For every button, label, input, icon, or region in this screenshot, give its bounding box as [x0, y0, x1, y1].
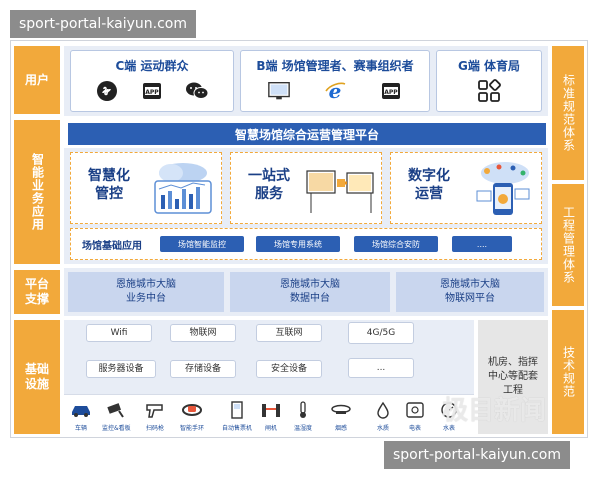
device-smoke-label: 烟感	[334, 425, 347, 432]
middle-iot-line1: 恩施城市大脑	[440, 279, 500, 290]
label-infra-text: 基础设施	[24, 362, 49, 391]
device-water-quality-label: 水质	[376, 425, 389, 432]
device-temp-humidity-label: 温湿度	[293, 425, 312, 432]
device-scanner-label: 扫码枪	[145, 425, 164, 432]
network-wifi: Wifi	[86, 324, 152, 342]
app-icon: APP	[140, 79, 164, 103]
label-smart-app: 智能业务应用	[14, 120, 60, 264]
user-card-b: B端 场馆管理者、赛事组织者 e APP	[240, 50, 430, 112]
svg-text:APP: APP	[384, 89, 398, 96]
monitor-icon	[267, 79, 291, 103]
user-card-c: C端 运动群众 APP	[70, 50, 234, 112]
device-ticket-machine-label: 自动售票机	[222, 425, 253, 432]
network-iot: 物联网	[170, 324, 236, 342]
device-vehicle-label: 车辆	[74, 425, 87, 432]
middle-business: 恩施城市大脑 业务中台	[68, 272, 224, 312]
news-watermark: 极目新闻	[442, 396, 547, 426]
svg-text:APP: APP	[145, 89, 159, 96]
middle-iot: 恩施城市大脑 物联网平台	[396, 272, 544, 312]
device-bracelet-label: 智能手环	[180, 425, 205, 432]
equipment-more: ...	[348, 358, 414, 378]
thermometer-icon	[292, 400, 314, 420]
car-icon	[70, 400, 92, 420]
ie-browser-icon: e	[323, 79, 347, 103]
network-4g5g: 4G/5G	[348, 322, 414, 344]
equipment-server: 服务器设备	[86, 360, 156, 378]
device-temp-humidity: 温湿度	[292, 400, 314, 432]
user-card-c-title: C端 运动群众	[115, 59, 189, 73]
app-icon: APP	[379, 79, 403, 103]
feature-one-stop: 一站式 服务	[230, 152, 382, 224]
device-gate: 闸机	[260, 400, 282, 432]
meter-icon	[404, 400, 426, 420]
middle-business-line1: 恩施城市大脑	[116, 279, 176, 290]
network-internet: 互联网	[256, 324, 322, 342]
wechat-icon	[185, 79, 209, 103]
equipment-storage: 存储设备	[170, 360, 236, 378]
middle-iot-line2: 物联网平台	[445, 293, 495, 304]
bracelet-icon	[181, 400, 203, 420]
label-infra: 基础设施	[14, 320, 60, 434]
water-drop-icon	[372, 400, 394, 420]
smoke-detector-icon	[330, 400, 352, 420]
gate-icon	[260, 400, 282, 420]
feature-digital-ops-title: 数字化 运营	[408, 168, 450, 202]
feature-one-stop-title: 一站式 服务	[248, 168, 290, 202]
device-ticket-machine: 自动售票机	[222, 400, 252, 432]
user-card-b-title: B端 场馆管理者、赛事组织者	[256, 59, 414, 73]
feature-smart-control-title: 智慧化 管控	[88, 168, 130, 202]
digital-phone-icon	[469, 159, 539, 223]
ticket-machine-icon	[226, 400, 248, 420]
middle-data-line2: 数据中台	[290, 293, 330, 304]
device-electric-meter-label: 电表	[408, 425, 421, 432]
label-platform: 平台支撑	[14, 270, 60, 314]
device-scanner: 扫码枪	[144, 400, 166, 432]
miniprogram-icon	[95, 79, 119, 103]
label-engineering: 工程管理体系	[552, 184, 584, 306]
label-standards: 标准规范体系	[552, 46, 584, 180]
equipment-security: 安全设备	[256, 360, 322, 378]
user-card-g-title: G端 体育局	[457, 59, 521, 73]
label-tech: 技术规范	[552, 310, 584, 434]
watermark-top: sport-portal-kaiyun.com	[10, 10, 196, 38]
middle-data: 恩施城市大脑 数据中台	[230, 272, 390, 312]
basic-app-special-system[interactable]: 场馆专用系统	[256, 236, 340, 252]
feature-digital-ops: 数字化 运营	[390, 152, 542, 224]
device-vehicle: 车辆	[70, 400, 92, 432]
label-users: 用户	[14, 46, 60, 114]
cloud-dashboard-icon	[147, 159, 217, 223]
camera-icon	[105, 400, 127, 420]
label-platform-text: 平台支撑	[24, 277, 49, 306]
svg-text:e: e	[329, 79, 342, 103]
feature-smart-control: 智慧化 管控	[70, 152, 222, 224]
basic-app-monitoring[interactable]: 场馆智能监控	[160, 236, 244, 252]
device-gate-label: 闸机	[264, 425, 277, 432]
device-monitor-board-label: 监控&看板	[102, 425, 131, 432]
user-card-g: G端 体育局	[436, 50, 542, 112]
device-electric-meter: 电表	[404, 400, 426, 432]
basic-app-more[interactable]: ....	[452, 236, 512, 252]
grid-apps-icon	[477, 79, 501, 103]
basic-app-security[interactable]: 场馆综合安防	[354, 236, 438, 252]
service-hand-icon	[303, 163, 377, 221]
device-monitor-board: 监控&看板	[102, 400, 131, 432]
middle-data-line1: 恩施城市大脑	[280, 279, 340, 290]
middle-business-line2: 业务中台	[126, 293, 166, 304]
device-water-quality: 水质	[372, 400, 394, 432]
scanner-gun-icon	[144, 400, 166, 420]
device-bracelet: 智能手环	[180, 400, 204, 432]
basic-apps-label: 场馆基础应用	[82, 241, 142, 252]
watermark-bottom: sport-portal-kaiyun.com	[384, 441, 570, 469]
device-smoke: 烟感	[330, 400, 352, 432]
platform-title: 智慧场馆综合运营管理平台	[68, 123, 546, 145]
